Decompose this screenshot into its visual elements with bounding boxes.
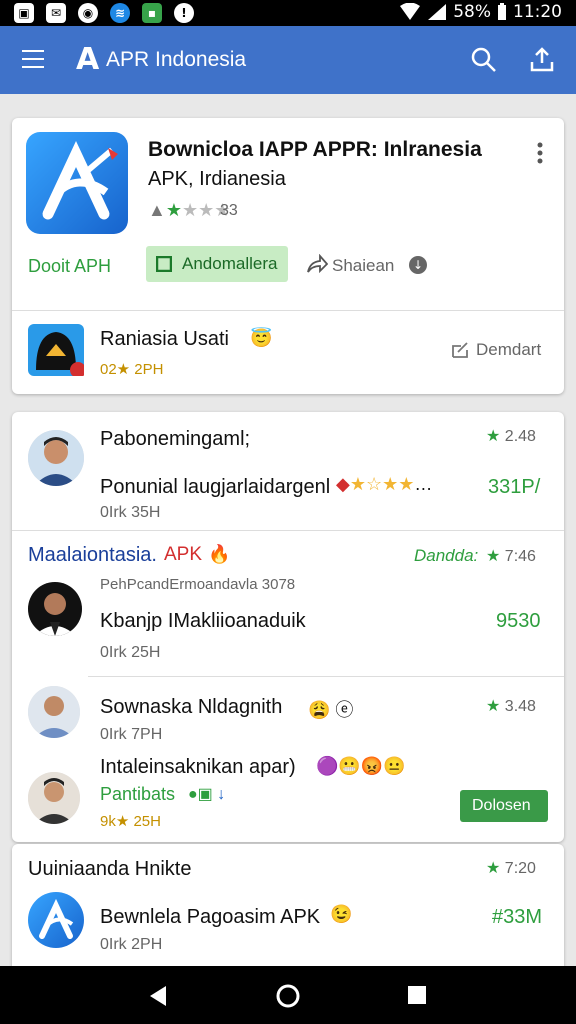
system-nav-bar bbox=[0, 966, 576, 1024]
list-item-description: Intaleinsaknikan apar) bbox=[100, 756, 296, 778]
battery-level: 58% bbox=[453, 2, 491, 22]
section-title: Maalaiontasia. bbox=[28, 544, 157, 566]
list-item-rating: 9k★ 25H bbox=[100, 813, 161, 830]
fire-icon: 🔥 bbox=[208, 544, 231, 564]
share-label[interactable]: Shaiean bbox=[332, 256, 394, 276]
list-item-rating: ★ 3.48 bbox=[486, 698, 536, 715]
list-item-meta: 0Irk 7PH bbox=[100, 726, 163, 743]
emoji-icon: 😉 bbox=[330, 904, 353, 924]
section-right-label: Dandda: bbox=[414, 546, 479, 565]
list-item-rating: ★ 2.48 bbox=[486, 428, 536, 445]
list-item-title[interactable]: Sownaska Nldagnith bbox=[100, 696, 282, 719]
bottom-app-card: Uuiniaanda Hnikte ★ 7:20 Bewnlela Pagoas… bbox=[12, 844, 564, 974]
bottom-app-meta: 0Irk 2PH bbox=[100, 936, 163, 953]
person-avatar-icon bbox=[28, 582, 82, 636]
apr-logo-icon bbox=[42, 140, 118, 220]
record-notification-icon: ◉ bbox=[78, 3, 98, 23]
featured-divider bbox=[12, 310, 564, 311]
person-avatar-icon bbox=[28, 430, 84, 486]
emoji-icons: ◆★☆★★… bbox=[336, 474, 433, 494]
avatar[interactable] bbox=[28, 582, 82, 636]
app-logo-icon: A bbox=[76, 42, 100, 77]
more-options-icon[interactable] bbox=[536, 142, 544, 164]
cell-signal-icon bbox=[428, 4, 447, 20]
info-notification-icon: ! bbox=[174, 3, 194, 23]
related-app-title[interactable]: Raniasia Usati bbox=[100, 328, 229, 351]
download-button-label: Dolosen bbox=[472, 797, 531, 814]
list-item-meta: 0Irk 25H bbox=[100, 644, 161, 661]
featured-app-subtitle: APK, Irdianesia bbox=[148, 168, 286, 190]
tag-icons: ●▣ ↓ bbox=[188, 786, 226, 803]
rating-value: 7:46 bbox=[504, 548, 536, 565]
related-app-icon[interactable] bbox=[28, 324, 86, 378]
download-button[interactable]: Dolosen bbox=[460, 790, 548, 822]
bottom-app-icon[interactable] bbox=[28, 892, 84, 948]
install-button-label: Andomallera bbox=[182, 254, 278, 273]
bottom-card-header: Uuiniaanda Hnikte bbox=[28, 858, 192, 880]
rating-value: 3.48 bbox=[504, 698, 536, 715]
home-icon[interactable] bbox=[276, 984, 300, 1008]
app-list-card: Pabonemingaml; ★ 2.48 Ponunial laugjarla… bbox=[12, 412, 564, 842]
clock: 11:20 bbox=[513, 2, 562, 22]
info-icon[interactable]: ↓ bbox=[408, 255, 428, 275]
status-bar: ▣ ✉ ◉ ≋ ▪ ! 58% 11:20 bbox=[0, 0, 576, 26]
person-avatar-icon bbox=[28, 686, 80, 738]
menu-icon[interactable] bbox=[22, 50, 44, 68]
avatar[interactable] bbox=[28, 686, 80, 738]
battery-icon bbox=[498, 3, 506, 20]
apr-logo-icon bbox=[39, 898, 74, 939]
list-item-price: 331P/ bbox=[488, 476, 541, 498]
app-title: APR Indonesia bbox=[106, 48, 247, 71]
wifi-signal-icon bbox=[400, 3, 421, 20]
list-divider bbox=[12, 530, 564, 531]
section-subtitle: PehPcandErmoandavla 3078 bbox=[100, 576, 296, 593]
rating-value: 2.48 bbox=[504, 428, 536, 445]
wifi-notification-icon: ≋ bbox=[110, 3, 130, 23]
bottom-app-price: #33M bbox=[492, 906, 543, 928]
list-divider bbox=[88, 676, 564, 677]
gallery-notification-icon: ▣ bbox=[14, 3, 34, 23]
related-app-rating: 02★ 2PH bbox=[100, 361, 164, 378]
list-item-price: 9530 bbox=[496, 610, 541, 632]
back-icon[interactable] bbox=[146, 984, 170, 1008]
chat-notification-icon: ▪ bbox=[142, 3, 162, 23]
message-notification-icon: ✉ bbox=[46, 3, 66, 23]
list-item-meta: 0Irk 35H bbox=[100, 504, 161, 521]
share-icon[interactable] bbox=[306, 254, 328, 274]
recents-icon[interactable] bbox=[406, 984, 428, 1006]
avatar[interactable] bbox=[28, 430, 84, 486]
featured-app-icon[interactable] bbox=[26, 132, 128, 234]
featured-app-card: Bownicloa IAPP APPR: Inlranesia APK, Ird… bbox=[12, 118, 564, 394]
section-right-rating: ★ 7:46 bbox=[486, 548, 536, 565]
install-icon bbox=[156, 256, 172, 272]
notification-icons: ▣ ✉ ◉ ≋ ▪ ! bbox=[14, 3, 194, 23]
featured-rating-stars: ▲★★★★ bbox=[148, 200, 231, 220]
edit-icon[interactable] bbox=[450, 340, 470, 360]
featured-app-title: Bownicloa IAPP APPR: Inlranesia bbox=[148, 138, 482, 161]
list-item-title[interactable]: Pabonemingaml; bbox=[100, 428, 250, 451]
emoji-icons: 😩 ⓔ bbox=[308, 700, 354, 720]
list-item-tag: Pantibats bbox=[100, 784, 176, 804]
bottom-app-title[interactable]: Bewnlela Pagoasim APK bbox=[100, 906, 320, 929]
related-action[interactable]: Demdart bbox=[476, 340, 541, 360]
featured-rating-count: 33 bbox=[220, 202, 238, 219]
svg-text:↓: ↓ bbox=[413, 258, 423, 272]
app-bar: A APR Indonesia bbox=[0, 26, 576, 94]
rating-value: 7:20 bbox=[504, 860, 536, 877]
related-emoji-icon: 😇 bbox=[250, 328, 273, 348]
search-icon[interactable] bbox=[470, 46, 498, 74]
section-badge: APK bbox=[164, 544, 203, 565]
bottom-card-rating: ★ 7:20 bbox=[486, 860, 536, 877]
list-item-title[interactable]: Kbanjp IMakliioanaduik bbox=[100, 610, 306, 633]
emoji-icons: 🟣😬😡😐 bbox=[316, 756, 406, 776]
hooded-character-icon bbox=[36, 332, 86, 378]
avatar[interactable] bbox=[28, 772, 80, 824]
download-apk-link[interactable]: Dooit APH bbox=[28, 256, 111, 277]
list-item-description: Ponunial laugjarlaidargenl bbox=[100, 476, 331, 498]
person-avatar-icon bbox=[28, 772, 80, 824]
share-upload-icon[interactable] bbox=[528, 46, 556, 74]
install-button[interactable]: Andomallera bbox=[146, 246, 288, 282]
